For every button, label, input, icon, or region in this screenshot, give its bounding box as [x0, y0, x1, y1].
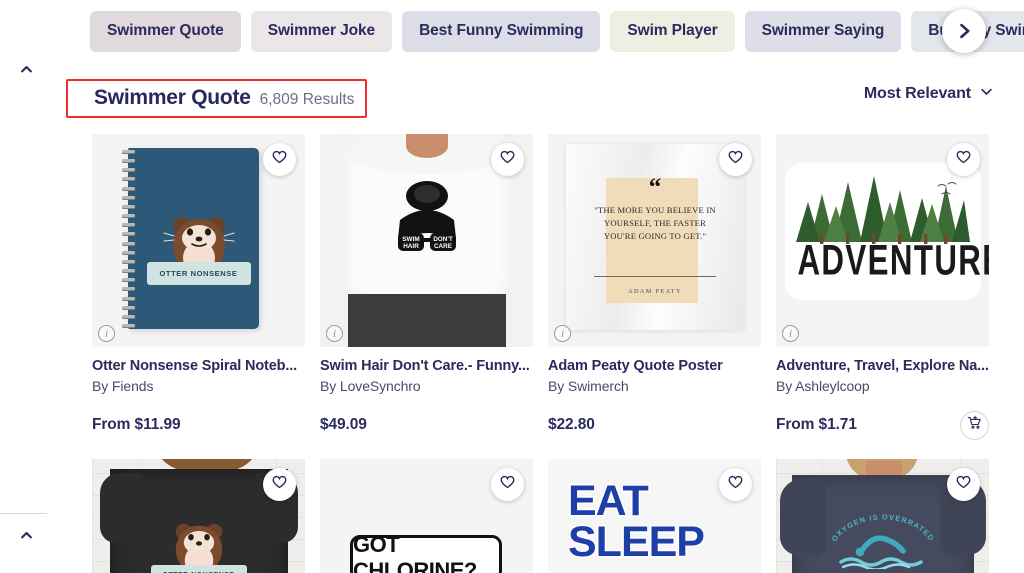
related-searches-strip[interactable]: Swimmer Quote Swimmer Joke Best Funny Sw…	[0, 0, 1024, 62]
artwork-caption: GOT CHLORINE?	[350, 532, 502, 573]
favorite-button[interactable]	[491, 468, 524, 501]
product-grid: OTTER NONSENSE i Otter Nonsense Spiral N…	[92, 134, 992, 573]
product-thumbnail[interactable]: ADVENTURE i	[776, 134, 989, 347]
favorite-button[interactable]	[263, 468, 296, 501]
favorite-button[interactable]	[719, 468, 752, 501]
cart-plus-icon	[967, 415, 982, 435]
results-title-highlight: Swimmer Quote 6,809 Results	[66, 79, 368, 118]
artwork-caption: "THE MORE YOU BELIEVE IN YOURSELF, THE F…	[594, 205, 716, 242]
quote-mark-icon: “	[648, 174, 662, 201]
info-icon[interactable]: i	[326, 325, 343, 342]
product-card[interactable]: OXYGEN IS OVERRATED OXYGEN IS OVERRATED	[776, 459, 989, 573]
results-header: Swimmer Quote 6,809 Results Most Relevan…	[66, 79, 1006, 118]
product-title[interactable]: Otter Nonsense Spiral Noteb...	[92, 358, 305, 374]
related-search-chip[interactable]: Swimmer Saying	[744, 10, 902, 52]
sort-dropdown-label: Most Relevant	[863, 85, 971, 102]
artwork-caption: EAT SLEEP	[567, 477, 707, 567]
product-title[interactable]: Adventure, Travel, Explore Na...	[776, 358, 989, 374]
product-price: From $1.71	[776, 416, 857, 433]
favorite-button[interactable]	[719, 143, 752, 176]
product-price: $22.80	[548, 416, 595, 433]
product-card[interactable]: OTTER NONSENSE i Otter Nonsense Spiral N…	[92, 134, 305, 440]
heart-icon	[271, 474, 288, 496]
product-title[interactable]: Swim Hair Don't Care.- Funny...	[320, 358, 533, 374]
related-search-chip[interactable]: Swim Player	[610, 10, 735, 52]
heart-icon	[727, 149, 744, 171]
product-card[interactable]: EAT SLEEP	[548, 459, 761, 573]
search-results-page: Swimmer Quote Swimmer Joke Best Funny Sw…	[0, 0, 1024, 573]
product-price-row: $49.09	[320, 410, 533, 440]
heart-icon	[955, 149, 972, 171]
product-card[interactable]: GOT CHLORINE?	[320, 459, 533, 573]
add-to-cart-button[interactable]	[960, 410, 989, 440]
favorite-button[interactable]	[491, 143, 524, 176]
artwork-caption-line2: SLEEP	[567, 518, 707, 567]
sort-dropdown[interactable]: Most Relevant	[864, 84, 994, 104]
heart-icon	[499, 149, 516, 171]
heart-icon	[727, 474, 744, 496]
favorite-button[interactable]	[947, 143, 980, 176]
product-thumbnail[interactable]: OTTER NONSENSE	[92, 459, 305, 573]
favorite-button[interactable]	[947, 468, 980, 501]
product-artist[interactable]: By Swimerch	[548, 378, 761, 394]
related-search-chip[interactable]: Swimmer Quote	[90, 10, 241, 52]
rail-divider	[0, 513, 47, 514]
product-thumbnail[interactable]: OXYGEN IS OVERRATED OXYGEN IS OVERRATED	[776, 459, 989, 573]
artwork-caption: ADVENTURE	[797, 237, 989, 285]
chevron-up-icon	[19, 528, 34, 548]
svg-text:HAIR: HAIR	[403, 243, 419, 250]
product-price: $49.09	[320, 416, 367, 433]
chevron-right-icon	[954, 21, 974, 41]
poster-sheet: “ "THE MORE YOU BELIEVE IN YOURSELF, THE…	[566, 144, 744, 330]
rail-scroll-up-bottom-button[interactable]	[13, 525, 39, 551]
artwork-caption: OTTER NONSENSE	[150, 565, 247, 573]
svg-text:SWIM: SWIM	[402, 236, 419, 243]
info-icon[interactable]: i	[782, 325, 799, 342]
product-title[interactable]: Adam Peaty Quote Poster	[548, 358, 761, 374]
product-thumbnail[interactable]: SWIM HAIR DON'T CARE i	[320, 134, 533, 347]
chevron-up-icon	[19, 62, 34, 82]
product-artist[interactable]: By LoveSynchro	[320, 378, 533, 394]
notebook-spiral	[122, 150, 135, 327]
heart-icon	[955, 474, 972, 496]
svg-text:DON'T: DON'T	[433, 236, 453, 243]
rail-scroll-up-top-button[interactable]	[13, 59, 39, 85]
sticker-shape: ADVENTURE	[790, 168, 989, 295]
results-count: 6,809 Results	[259, 91, 355, 108]
product-artist[interactable]: By Ashleylcoop	[776, 378, 989, 394]
product-artist[interactable]: By Fiends	[92, 378, 305, 394]
product-card[interactable]: ADVENTURE i Adventure, Travel, Explore N…	[776, 134, 989, 440]
product-card[interactable]: “ "THE MORE YOU BELIEVE IN YOURSELF, THE…	[548, 134, 761, 440]
chevron-down-icon	[979, 84, 994, 104]
poster-rule	[594, 276, 716, 277]
product-price: From $11.99	[92, 416, 181, 433]
product-thumbnail[interactable]: OTTER NONSENSE i	[92, 134, 305, 347]
artwork-caption: OTTER NONSENSE	[146, 262, 251, 285]
svg-text:CARE: CARE	[434, 243, 453, 250]
heart-icon	[271, 149, 288, 171]
pine-trees-illustration	[796, 176, 970, 244]
product-price-row: From $1.71	[776, 410, 989, 440]
heart-icon	[499, 474, 516, 496]
page-title: Swimmer Quote	[94, 86, 251, 109]
favorite-button[interactable]	[263, 143, 296, 176]
product-card[interactable]: SWIM HAIR DON'T CARE i Swim Hair Don't C…	[320, 134, 533, 440]
info-icon[interactable]: i	[98, 325, 115, 342]
info-icon[interactable]: i	[554, 325, 571, 342]
product-thumbnail[interactable]: GOT CHLORINE?	[320, 459, 533, 573]
related-search-chip[interactable]: Best Funny Swimming	[402, 10, 601, 52]
related-searches-next-button[interactable]	[942, 9, 986, 53]
product-price-row: $22.80	[548, 410, 761, 440]
related-search-chip[interactable]: Swimmer Joke	[250, 10, 393, 52]
product-price-row: From $11.99	[92, 410, 305, 440]
artwork-author: ADAM PEATY	[628, 288, 682, 295]
swimmer-graphic: OXYGEN IS OVERRATED	[829, 512, 935, 569]
product-thumbnail[interactable]: “ "THE MORE YOU BELIEVE IN YOURSELF, THE…	[548, 134, 761, 347]
product-thumbnail[interactable]: EAT SLEEP	[548, 459, 761, 573]
artwork-caption-line1: EAT	[567, 477, 651, 525]
product-card[interactable]: OTTER NONSENSE	[92, 459, 305, 573]
